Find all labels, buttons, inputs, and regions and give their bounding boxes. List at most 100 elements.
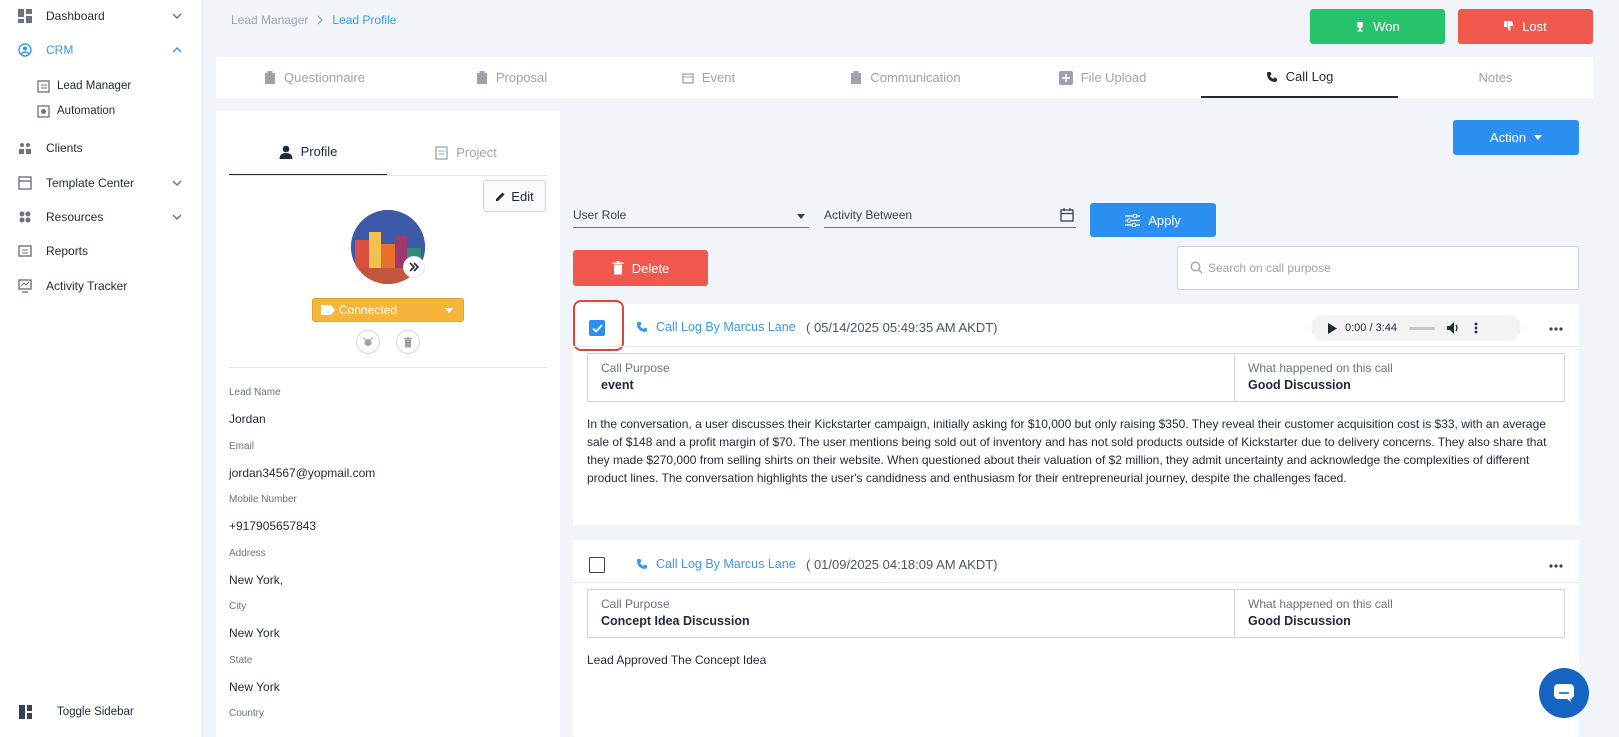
resources-icon: [18, 210, 32, 224]
tab-profile-label: Profile: [300, 144, 338, 159]
thumbs-down-icon: [1504, 21, 1514, 31]
audio-player[interactable]: 0:00 / 3:44: [1311, 315, 1521, 341]
call-details-box: Call Purpose Concept Idea Discussion Wha…: [587, 589, 1565, 638]
audio-progress-bar[interactable]: [1409, 326, 1435, 330]
call-outcome-cell: What happened on this call Good Discussi…: [1235, 354, 1564, 401]
email-value: jordan34567@yopmail.com: [229, 466, 376, 480]
email-label: Email: [229, 441, 255, 452]
sidebar-item-lead-manager[interactable]: Lead Manager: [0, 72, 203, 100]
user-role-label: User Role: [573, 207, 627, 222]
sidebar-item-label: Dashboard: [46, 9, 105, 23]
chat-widget-button[interactable]: [1539, 668, 1589, 718]
calendar-icon: [682, 72, 694, 84]
call-log-title[interactable]: Call Log By Marcus Lane: [636, 320, 796, 334]
status-select[interactable]: Connected: [312, 298, 464, 322]
call-purpose-label: Call Purpose: [601, 361, 670, 375]
address-label: Address: [229, 548, 266, 559]
alarm-button[interactable]: [356, 330, 380, 354]
call-log-title-text: Call Log By Marcus Lane: [656, 557, 796, 571]
tab-file-upload[interactable]: File Upload: [1004, 57, 1201, 98]
chevron-up-icon: [172, 47, 182, 53]
sidebar-item-dashboard[interactable]: Dashboard: [0, 2, 203, 30]
profile-panel: Profile Project Edit Connected Lead Name…: [216, 111, 560, 737]
call-outcome-value: Good Discussion: [1248, 614, 1351, 628]
phone-icon: [637, 559, 647, 569]
divider: [229, 367, 547, 368]
more-options-icon[interactable]: [1549, 555, 1563, 573]
tab-project-label: Project: [456, 145, 497, 160]
sidebar-item-automation[interactable]: Automation: [0, 97, 203, 125]
tab-label: Questionnaire: [284, 70, 365, 85]
call-log-checkbox[interactable]: [589, 557, 605, 573]
user-role-select[interactable]: User Role: [573, 202, 809, 228]
activity-between-input[interactable]: Activity Between: [824, 202, 1076, 228]
delete-label: Delete: [631, 260, 670, 276]
tab-event[interactable]: Event: [610, 57, 807, 98]
volume-icon[interactable]: [1447, 322, 1460, 334]
call-log-checkbox[interactable]: [589, 320, 605, 336]
lost-button[interactable]: Lost: [1458, 9, 1593, 44]
mobile-value: +917905657843: [229, 519, 317, 533]
trash-icon: [404, 336, 412, 347]
delete-lead-button[interactable]: [396, 330, 420, 354]
delete-button[interactable]: Delete: [573, 250, 708, 286]
sidebar-item-label: Resources: [46, 210, 104, 224]
tab-proposal[interactable]: Proposal: [413, 57, 610, 98]
play-icon[interactable]: [1327, 322, 1337, 334]
avatar-expand-button[interactable]: [403, 256, 425, 278]
chevron-down-icon: [172, 214, 182, 220]
sidebar-item-template-center[interactable]: Template Center: [0, 169, 203, 197]
tab-call-log[interactable]: Call Log: [1201, 57, 1398, 98]
alarm-icon: [363, 337, 373, 346]
sidebar-item-label: CRM: [46, 43, 74, 57]
sidebar-item-reports[interactable]: Reports: [0, 237, 203, 265]
call-log-title[interactable]: Call Log By Marcus Lane: [636, 557, 796, 571]
status-value: Connected: [339, 303, 398, 317]
call-log-card: Call Log By Marcus Lane ( 05/14/2025 05:…: [573, 300, 1579, 525]
call-log-date: ( 01/09/2025 04:18:09 AM AKDT): [806, 557, 998, 572]
call-outcome-cell: What happened on this call Good Discussi…: [1235, 590, 1564, 637]
tab-profile[interactable]: Profile: [229, 129, 387, 176]
call-summary: Lead Approved The Concept Idea: [587, 653, 767, 667]
apply-button[interactable]: Apply: [1090, 203, 1216, 237]
call-log-card: Call Log By Marcus Lane ( 01/09/2025 04:…: [573, 540, 1579, 737]
won-button[interactable]: Won: [1310, 9, 1445, 44]
breadcrumb-parent[interactable]: Lead Manager: [231, 13, 308, 27]
tab-project[interactable]: Project: [387, 129, 545, 176]
sidebar-item-crm[interactable]: CRM: [0, 36, 203, 64]
pencil-icon: [496, 192, 505, 201]
lost-label: Lost: [1522, 19, 1547, 34]
caret-down-icon: [445, 308, 453, 313]
toggle-sidebar-button[interactable]: Toggle Sidebar: [0, 698, 203, 726]
sidebar-item-label: Activity Tracker: [46, 279, 128, 293]
user-icon: [279, 145, 293, 159]
plus-square-icon: [1058, 70, 1073, 85]
tab-questionnaire[interactable]: Questionnaire: [216, 57, 413, 98]
reports-icon: [18, 244, 32, 258]
divider: [229, 175, 547, 176]
won-label: Won: [1373, 19, 1400, 34]
more-options-icon[interactable]: [1549, 318, 1563, 336]
clipboard-icon: [851, 71, 862, 84]
trophy-icon: [1357, 22, 1364, 32]
search-placeholder: Search on call purpose: [1208, 261, 1331, 275]
country-label: Country: [229, 708, 265, 719]
lead-name-value: Jordan: [229, 412, 266, 426]
sidebar-item-activity-tracker[interactable]: Activity Tracker: [0, 272, 203, 300]
search-input[interactable]: Search on call purpose: [1177, 246, 1579, 290]
tab-notes[interactable]: Notes: [1398, 57, 1593, 98]
calendar-icon[interactable]: [1060, 208, 1074, 222]
sidebar-item-resources[interactable]: Resources: [0, 203, 203, 231]
call-purpose-cell: Call Purpose event: [588, 354, 1235, 401]
sidebar: Dashboard CRM Lead Manager Automation Cl…: [0, 0, 203, 737]
sidebar-item-clients[interactable]: Clients: [0, 134, 203, 162]
tab-label: Event: [701, 70, 736, 85]
sidebar-item-label: Lead Manager: [57, 80, 132, 92]
city-label: City: [229, 601, 247, 612]
action-button[interactable]: Action: [1453, 120, 1579, 155]
audio-time: 0:00 / 3:44: [1345, 322, 1397, 334]
more-vertical-icon[interactable]: [1474, 322, 1478, 334]
divider: [573, 346, 1579, 347]
edit-button[interactable]: Edit: [483, 180, 546, 212]
tab-communication[interactable]: Communication: [807, 57, 1004, 98]
